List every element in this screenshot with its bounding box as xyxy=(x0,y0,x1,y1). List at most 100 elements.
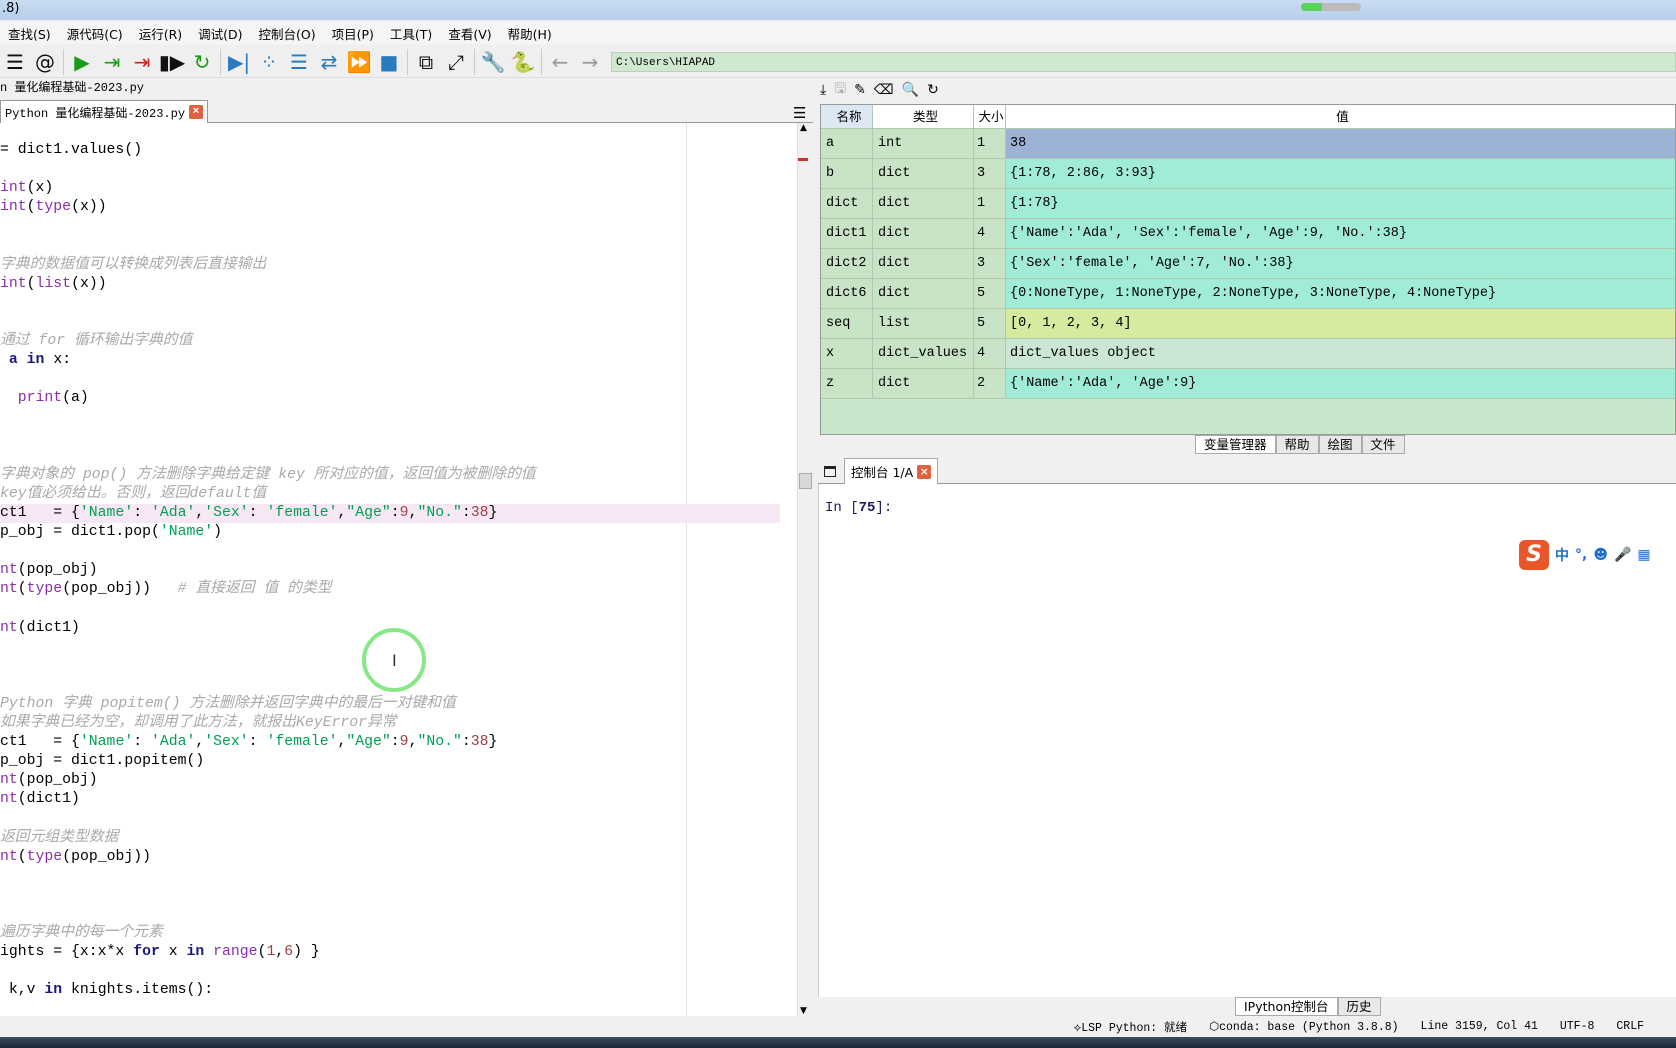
menu-item[interactable]: 调试(D) xyxy=(190,24,250,43)
var-value[interactable]: {'Name':'Ada', 'Sex':'female', 'Age':9, … xyxy=(1006,219,1675,248)
tab-ipython-console[interactable]: IPython控制台 xyxy=(1235,997,1338,1016)
run-cell-advance-icon[interactable]: ⇥ xyxy=(128,48,156,76)
ipython-console[interactable]: In [75]: S 中 °, ☻ 🎤 ▦ xyxy=(818,484,1676,997)
var-value[interactable]: [0, 1, 2, 3, 4] xyxy=(1006,309,1675,338)
continue-icon[interactable]: ⏩ xyxy=(345,48,373,76)
run-selection-icon[interactable]: ▮▶ xyxy=(158,48,186,76)
pane-tab[interactable]: 帮助 xyxy=(1275,435,1319,454)
step-icon[interactable]: ⁘ xyxy=(255,48,283,76)
menu-item[interactable]: 控制台(O) xyxy=(251,24,324,43)
scrollbar-thumb[interactable] xyxy=(799,473,812,489)
ime-emoji-icon[interactable]: ☻ xyxy=(1593,547,1608,563)
menu-item[interactable]: 工具(T) xyxy=(382,24,440,43)
header-value[interactable]: 值 xyxy=(1006,105,1675,128)
var-name[interactable]: dict2 xyxy=(821,249,873,278)
close-icon[interactable]: × xyxy=(917,464,932,479)
table-row[interactable]: dict2 dict 3 {'Sex':'female', 'Age':7, 'No.… xyxy=(821,249,1675,279)
table-row[interactable]: a int 1 38 xyxy=(821,129,1675,159)
var-value[interactable]: {'Sex':'female', 'Age':7, 'No.':38} xyxy=(1006,249,1675,278)
menu-item[interactable]: 帮助(H) xyxy=(500,24,560,43)
run-icon[interactable]: ▶ xyxy=(68,48,96,76)
var-name[interactable]: seq xyxy=(821,309,873,338)
wrench-icon[interactable]: 🔧 xyxy=(479,48,507,76)
var-size[interactable]: 1 xyxy=(974,129,1006,158)
pane-tab[interactable]: 文件 xyxy=(1361,435,1405,454)
table-row[interactable]: x dict_values 4 dict_values object xyxy=(821,339,1675,369)
step-return-icon[interactable]: ⇄ xyxy=(315,48,343,76)
var-type[interactable]: dict xyxy=(873,159,974,188)
step-into-icon[interactable]: ☰ xyxy=(285,48,313,76)
var-type[interactable]: dict_values xyxy=(873,339,974,368)
var-value[interactable]: {1:78, 2:86, 3:93} xyxy=(1006,159,1675,188)
table-row[interactable]: dict1 dict 4 {'Name':'Ada', 'Sex':'female',… xyxy=(821,219,1675,249)
ime-punctuation-icon[interactable]: °, xyxy=(1575,547,1587,563)
menu-item[interactable]: 源代码(C) xyxy=(59,24,131,43)
back-icon[interactable]: ← xyxy=(546,48,574,76)
table-row[interactable]: dict6 dict 5 {0:NoneType, 1:NoneType, 2:Non… xyxy=(821,279,1675,309)
forward-icon[interactable]: → xyxy=(576,48,604,76)
var-name[interactable]: dict xyxy=(821,189,873,218)
stop-icon[interactable]: ■ xyxy=(375,48,403,76)
var-name[interactable]: a xyxy=(821,129,873,158)
table-row[interactable]: z dict 2 {'Name':'Ada', 'Age':9} xyxy=(821,369,1675,399)
table-row[interactable]: dict dict 1 {1:78} xyxy=(821,189,1675,219)
var-type[interactable]: dict xyxy=(873,369,974,398)
close-icon[interactable]: × xyxy=(189,105,204,119)
at-icon[interactable]: @ xyxy=(31,48,59,76)
var-name[interactable]: b xyxy=(821,159,873,188)
run-cell-icon[interactable]: ⇥ xyxy=(98,48,126,76)
scroll-up-icon[interactable]: ▲ xyxy=(800,123,807,133)
refresh-icon[interactable]: ↻ xyxy=(927,82,939,98)
ime-toolbar[interactable]: S 中 °, ☻ 🎤 ▦ xyxy=(1519,540,1651,570)
sogou-logo[interactable]: S xyxy=(1519,540,1549,570)
var-size[interactable]: 4 xyxy=(974,219,1006,248)
var-type[interactable]: list xyxy=(873,309,974,338)
save-as-icon[interactable]: ✎ xyxy=(854,82,866,98)
editor-tab[interactable]: Python 量化编程基础-2023.py × xyxy=(0,100,209,123)
ime-chinese-mode[interactable]: 中 xyxy=(1555,545,1569,565)
window-icon[interactable] xyxy=(824,466,836,477)
fullscreen-icon[interactable]: ⤢ xyxy=(442,48,470,76)
var-size[interactable]: 5 xyxy=(974,309,1006,338)
pane-tab[interactable]: 变量管理器 xyxy=(1195,435,1276,454)
conda-env[interactable]: ⬡conda: base (Python 3.8.8) xyxy=(1209,1019,1398,1034)
header-size[interactable]: 大小 xyxy=(974,105,1006,128)
ime-microphone-icon[interactable]: 🎤 xyxy=(1614,547,1631,563)
var-type[interactable]: dict xyxy=(873,279,974,308)
header-type[interactable]: 类型 xyxy=(873,105,974,128)
var-type[interactable]: dict xyxy=(873,189,974,218)
var-size[interactable]: 3 xyxy=(974,249,1006,278)
search-icon[interactable]: 🔍 xyxy=(902,82,919,98)
erase-icon[interactable]: ⌫ xyxy=(874,82,894,98)
maximize-pane-icon[interactable]: ⧉ xyxy=(412,48,440,76)
pane-tab[interactable]: 绘图 xyxy=(1318,435,1362,454)
menu-item[interactable]: 运行(R) xyxy=(131,24,190,43)
variable-table[interactable]: 名称 类型 大小 值 a int 1 38 b dict 3 {1:78, 2:86, 3:9… xyxy=(820,104,1676,435)
rerun-icon[interactable]: ↻ xyxy=(188,48,216,76)
var-value[interactable]: dict_values object xyxy=(1006,339,1675,368)
ime-keyboard-icon[interactable]: ▦ xyxy=(1637,547,1650,563)
options-menu-icon[interactable]: ☰ xyxy=(793,104,806,122)
python-path-icon[interactable]: 🐍 xyxy=(509,48,537,76)
console-tab[interactable]: 控制台 1/A × xyxy=(844,458,939,484)
var-name[interactable]: x xyxy=(821,339,873,368)
var-value[interactable]: 38 xyxy=(1006,129,1675,158)
var-type[interactable]: dict xyxy=(873,249,974,278)
var-value[interactable]: {'Name':'Ada', 'Age':9} xyxy=(1006,369,1675,398)
import-data-icon[interactable]: ⤓ xyxy=(820,82,826,98)
scroll-down-icon[interactable]: ▼ xyxy=(800,1006,807,1016)
save-data-icon[interactable]: 🖫 xyxy=(834,78,846,102)
menu-item[interactable]: 查看(V) xyxy=(440,24,499,43)
debug-icon[interactable]: ▶| xyxy=(225,48,253,76)
var-value[interactable]: {1:78} xyxy=(1006,189,1675,218)
editor-scrollbar[interactable]: ▲ ▼ xyxy=(797,123,813,1016)
var-size[interactable]: 5 xyxy=(974,279,1006,308)
menu-item[interactable]: 查找(S) xyxy=(0,24,59,43)
header-name[interactable]: 名称 xyxy=(821,105,873,128)
var-value[interactable]: {0:NoneType, 1:NoneType, 2:NoneType, 3:N… xyxy=(1006,279,1675,308)
code-editor[interactable]: = dict1.values() int(x) int(type(x)) 字典的数据值… xyxy=(0,123,797,1016)
var-name[interactable]: z xyxy=(821,369,873,398)
var-size[interactable]: 3 xyxy=(974,159,1006,188)
table-row[interactable]: b dict 3 {1:78, 2:86, 3:93} xyxy=(821,159,1675,189)
var-size[interactable]: 4 xyxy=(974,339,1006,368)
